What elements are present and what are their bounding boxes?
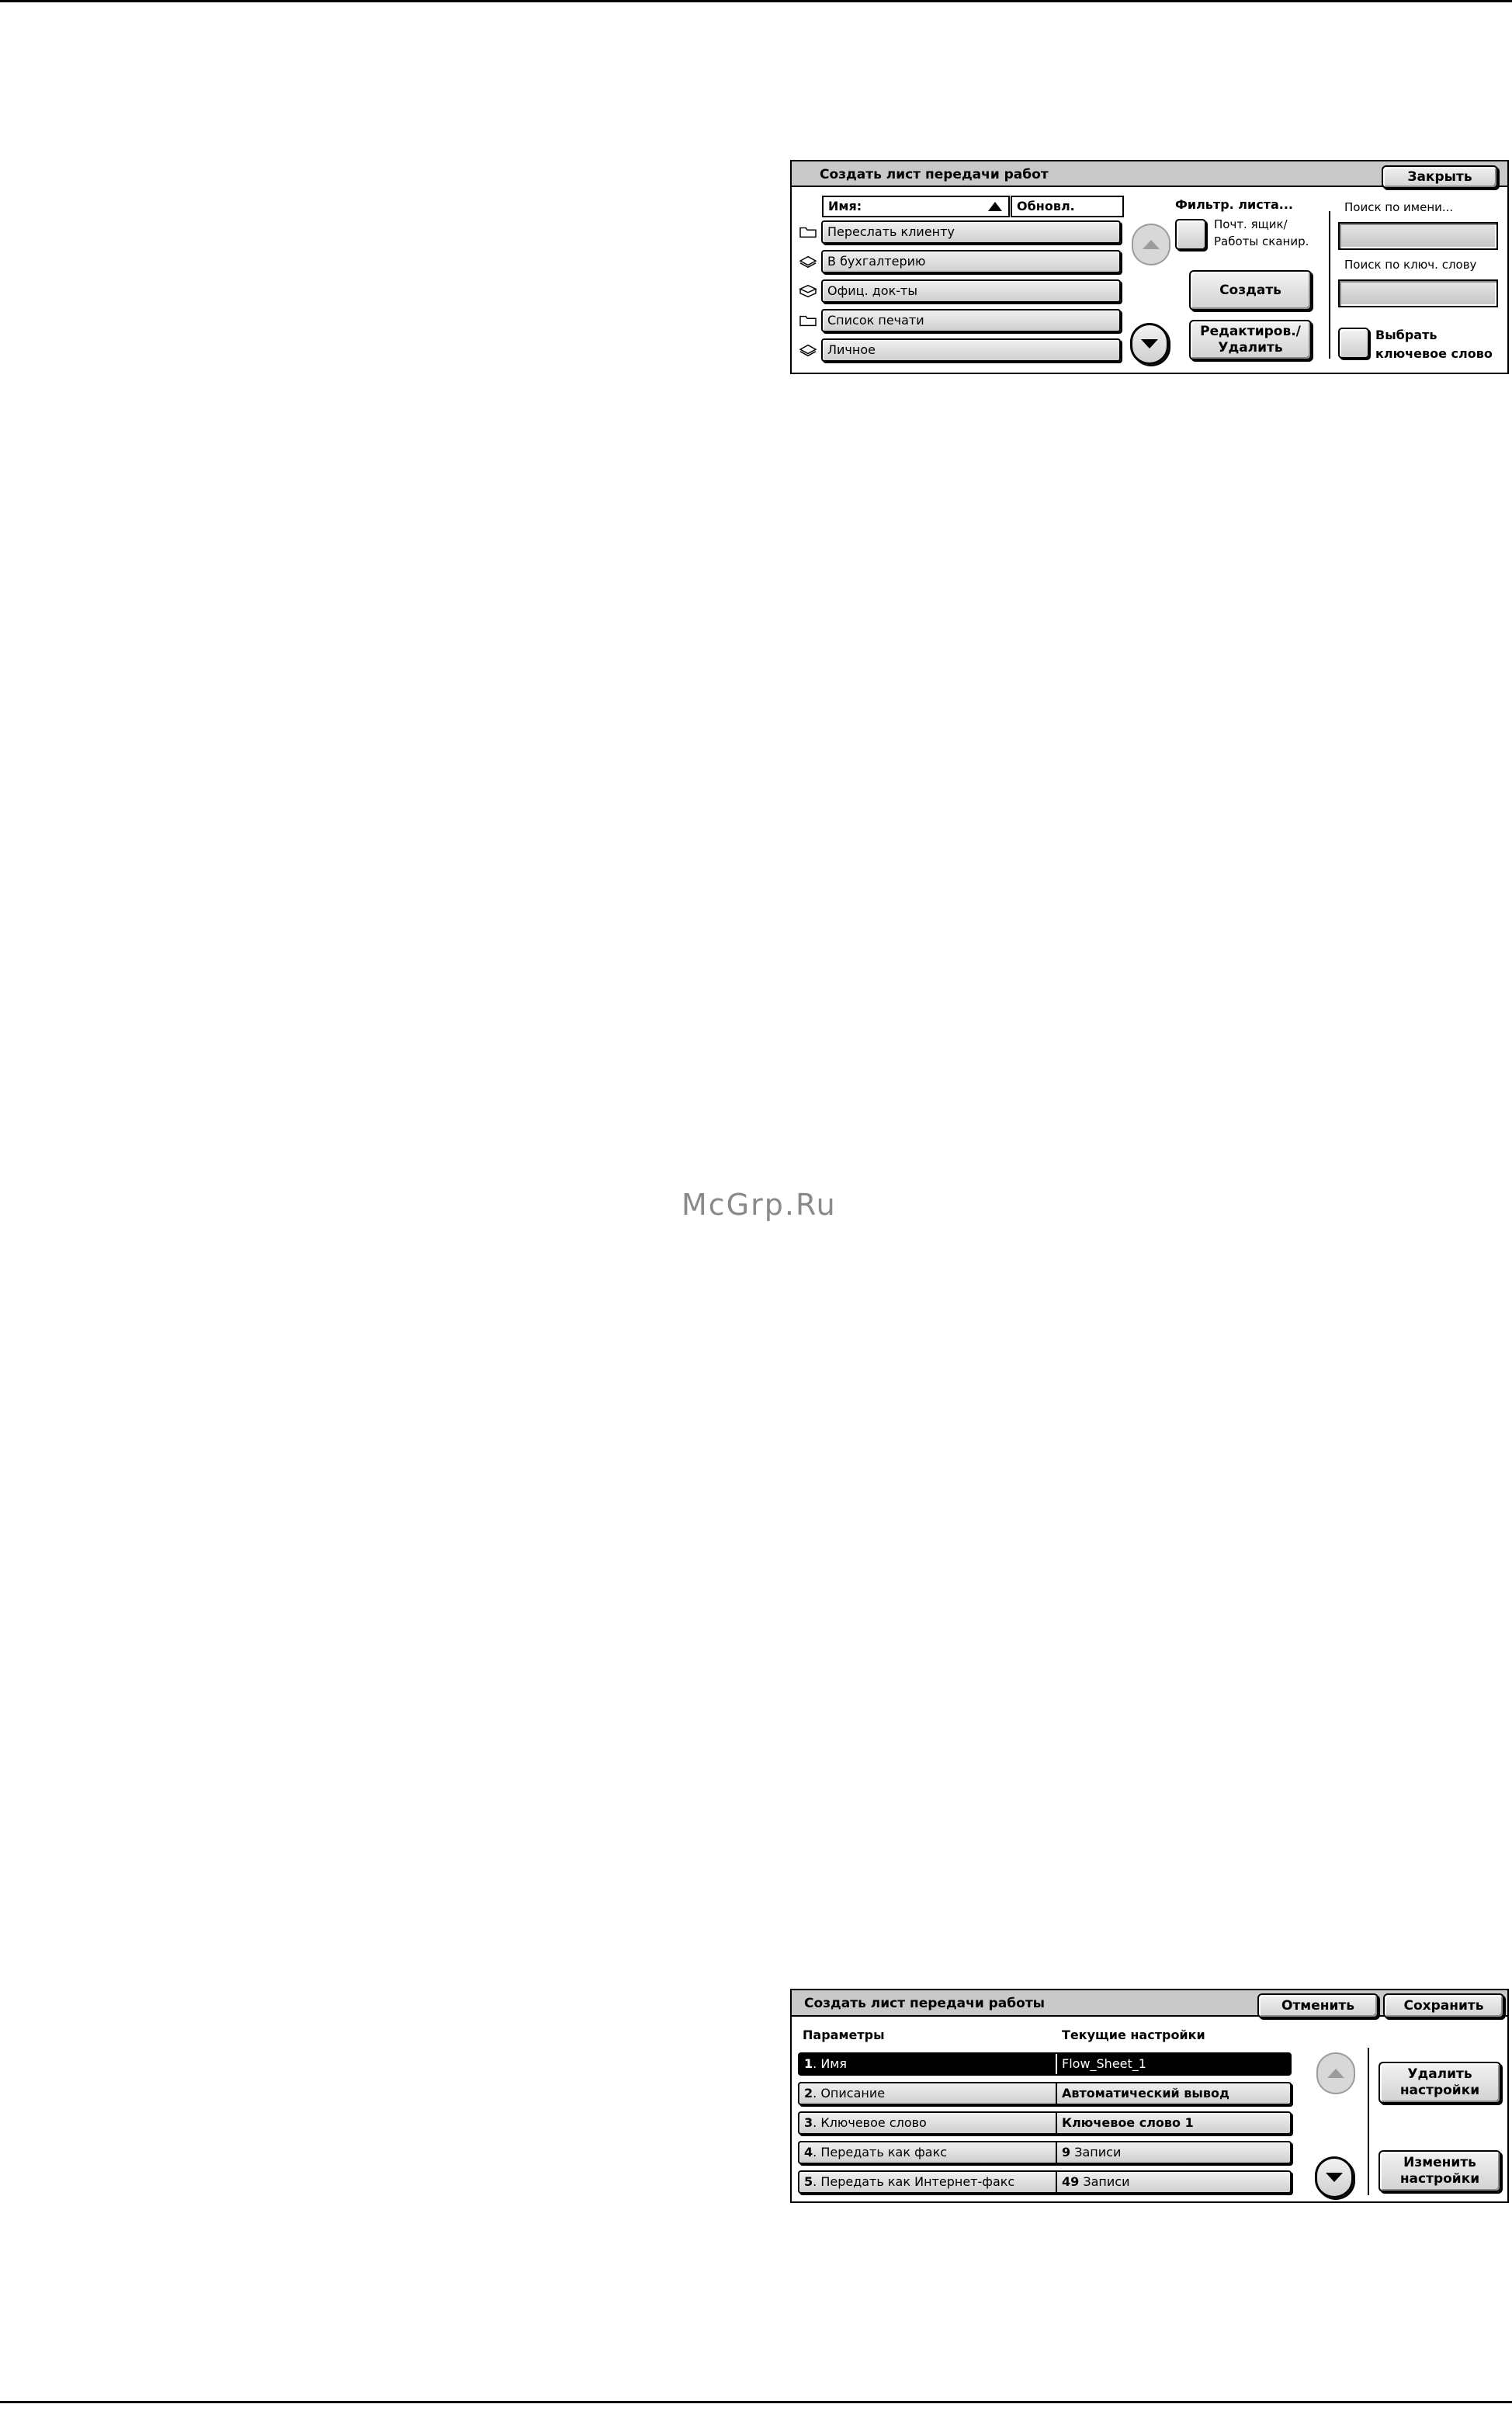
scroll-up-button[interactable] (1132, 224, 1170, 265)
scroll-down-button[interactable] (1315, 2156, 1354, 2198)
setting-value: 9 Записи (1062, 2142, 1121, 2163)
sort-by-updated-header[interactable]: Обновл. (1011, 196, 1124, 217)
setting-name: 3. Ключевое слово (804, 2113, 927, 2133)
setting-value-bold: Ключевое слово 1 (1062, 2115, 1194, 2130)
setting-number: 4 (804, 2145, 813, 2160)
setting-value-text: Записи (1070, 2145, 1122, 2160)
column-header-current-settings: Текущие настройки (1062, 2028, 1205, 2042)
create-button[interactable]: Создать (1189, 270, 1312, 310)
folder-icon (799, 227, 817, 238)
scroll-down-button[interactable] (1130, 323, 1169, 365)
select-keyword-line-1: Выбрать (1375, 328, 1437, 342)
list-item[interactable]: Офиц. док-ты (821, 279, 1121, 303)
change-settings-line-1: Изменить (1403, 2155, 1476, 2170)
vertical-divider (1329, 211, 1330, 359)
column-separator (1056, 2113, 1057, 2133)
delete-settings-line-1: Удалить (1407, 2066, 1472, 2082)
settings-row[interactable]: 3. Ключевое слово Ключевое слово 1 (798, 2111, 1292, 2135)
filter-checkbox[interactable] (1175, 219, 1206, 250)
setting-number: 1 (804, 2056, 813, 2071)
save-button[interactable]: Сохранить (1383, 1993, 1504, 2018)
setting-value-bold: Автоматический вывод (1062, 2086, 1229, 2101)
setting-value-text: Записи (1079, 2174, 1130, 2189)
setting-value: 49 Записи (1062, 2172, 1129, 2192)
filter-title: Фильтр. листа... (1175, 197, 1294, 212)
settings-row[interactable]: 1. Имя Flow_Sheet_1 (798, 2052, 1292, 2076)
close-button[interactable]: Закрыть (1382, 165, 1498, 189)
search-by-keyword-label: Поиск по ключ. слову (1344, 258, 1477, 272)
sort-by-name-header[interactable]: Имя: (822, 196, 1010, 217)
setting-value: Flow_Sheet_1 (1062, 2054, 1146, 2074)
folder-icon (799, 315, 817, 327)
arrow-up-icon (1143, 240, 1160, 249)
setting-number: 5 (804, 2174, 813, 2189)
setting-label: . Передать как факс (813, 2145, 948, 2160)
setting-label: . Передать как Интернет-факс (813, 2174, 1015, 2189)
column-separator (1056, 2142, 1057, 2163)
setting-value-bold: 9 (1062, 2145, 1071, 2160)
setting-label: . Описание (813, 2086, 886, 2101)
list-item[interactable]: В бухгалтерию (821, 250, 1121, 273)
stack-icon (799, 344, 817, 357)
search-by-name-field[interactable] (1338, 222, 1498, 250)
setting-name: 2. Описание (804, 2083, 885, 2104)
setting-value: Ключевое слово 1 (1062, 2113, 1194, 2133)
column-header-parameters: Параметры (803, 2028, 885, 2042)
watermark: McGrp.Ru (681, 1188, 837, 1222)
cancel-button[interactable]: Отменить (1257, 1993, 1378, 2018)
scroll-up-button[interactable] (1316, 2052, 1355, 2094)
column-separator (1056, 2172, 1057, 2192)
edit-delete-line-2: Удалить (1218, 340, 1283, 356)
list-item[interactable]: Список печати (821, 309, 1121, 332)
arrow-down-icon (1141, 339, 1158, 349)
create-flow-sheet-panel: Создать лист передачи работы Отменить Со… (790, 1989, 1509, 2203)
job-flow-sheet-list-panel: Создать лист передачи работ Закрыть Имя:… (790, 160, 1509, 374)
panel-title: Создать лист передачи работы (804, 1996, 1046, 2011)
top-rule (0, 0, 1512, 2)
vertical-divider (1368, 2048, 1369, 2195)
open-stack-icon (799, 284, 817, 298)
filter-line-1: Почт. ящик/ (1214, 217, 1288, 231)
delete-settings-button[interactable]: Удалить настройки (1378, 2062, 1501, 2104)
bottom-rule (0, 2401, 1512, 2403)
setting-name: 5. Передать как Интернет-факс (804, 2172, 1014, 2192)
select-keyword-checkbox[interactable] (1338, 328, 1369, 359)
edit-delete-button[interactable]: Редактиров./ Удалить (1189, 320, 1312, 360)
settings-row[interactable]: 4. Передать как факс 9 Записи (798, 2141, 1292, 2164)
setting-value: Автоматический вывод (1062, 2083, 1229, 2104)
settings-row[interactable]: 2. Описание Автоматический вывод (798, 2082, 1292, 2105)
setting-label: . Ключевое слово (813, 2115, 927, 2130)
change-settings-button[interactable]: Изменить настройки (1378, 2150, 1501, 2192)
sort-ascending-icon (988, 202, 1002, 211)
filter-line-2: Работы сканир. (1214, 234, 1309, 248)
setting-value-bold: 49 (1062, 2174, 1080, 2189)
sort-name-label: Имя: (828, 199, 862, 213)
list-item[interactable]: Переслать клиенту (821, 220, 1121, 244)
search-by-name-label: Поиск по имени... (1344, 200, 1454, 214)
setting-name: 4. Передать как факс (804, 2142, 947, 2163)
arrow-up-icon (1327, 2069, 1344, 2078)
edit-delete-line-1: Редактиров./ (1200, 324, 1301, 339)
panel-title: Создать лист передачи работ (820, 167, 1049, 182)
arrow-down-icon (1326, 2173, 1343, 2182)
stack-icon (799, 255, 817, 269)
setting-label: . Имя (813, 2056, 847, 2071)
column-separator (1056, 2054, 1057, 2074)
search-by-keyword-field[interactable] (1338, 279, 1498, 307)
column-separator (1056, 2083, 1057, 2104)
change-settings-line-2: настройки (1399, 2171, 1480, 2187)
select-keyword-line-2: ключевое слово (1375, 346, 1493, 361)
settings-row[interactable]: 5. Передать как Интернет-факс 49 Записи (798, 2170, 1292, 2194)
setting-value-text: Flow_Sheet_1 (1062, 2056, 1146, 2071)
list-item[interactable]: Личное (821, 338, 1121, 362)
delete-settings-line-2: настройки (1399, 2083, 1480, 2098)
setting-name: 1. Имя (804, 2054, 847, 2074)
setting-number: 3 (804, 2115, 813, 2130)
setting-number: 2 (804, 2086, 813, 2101)
